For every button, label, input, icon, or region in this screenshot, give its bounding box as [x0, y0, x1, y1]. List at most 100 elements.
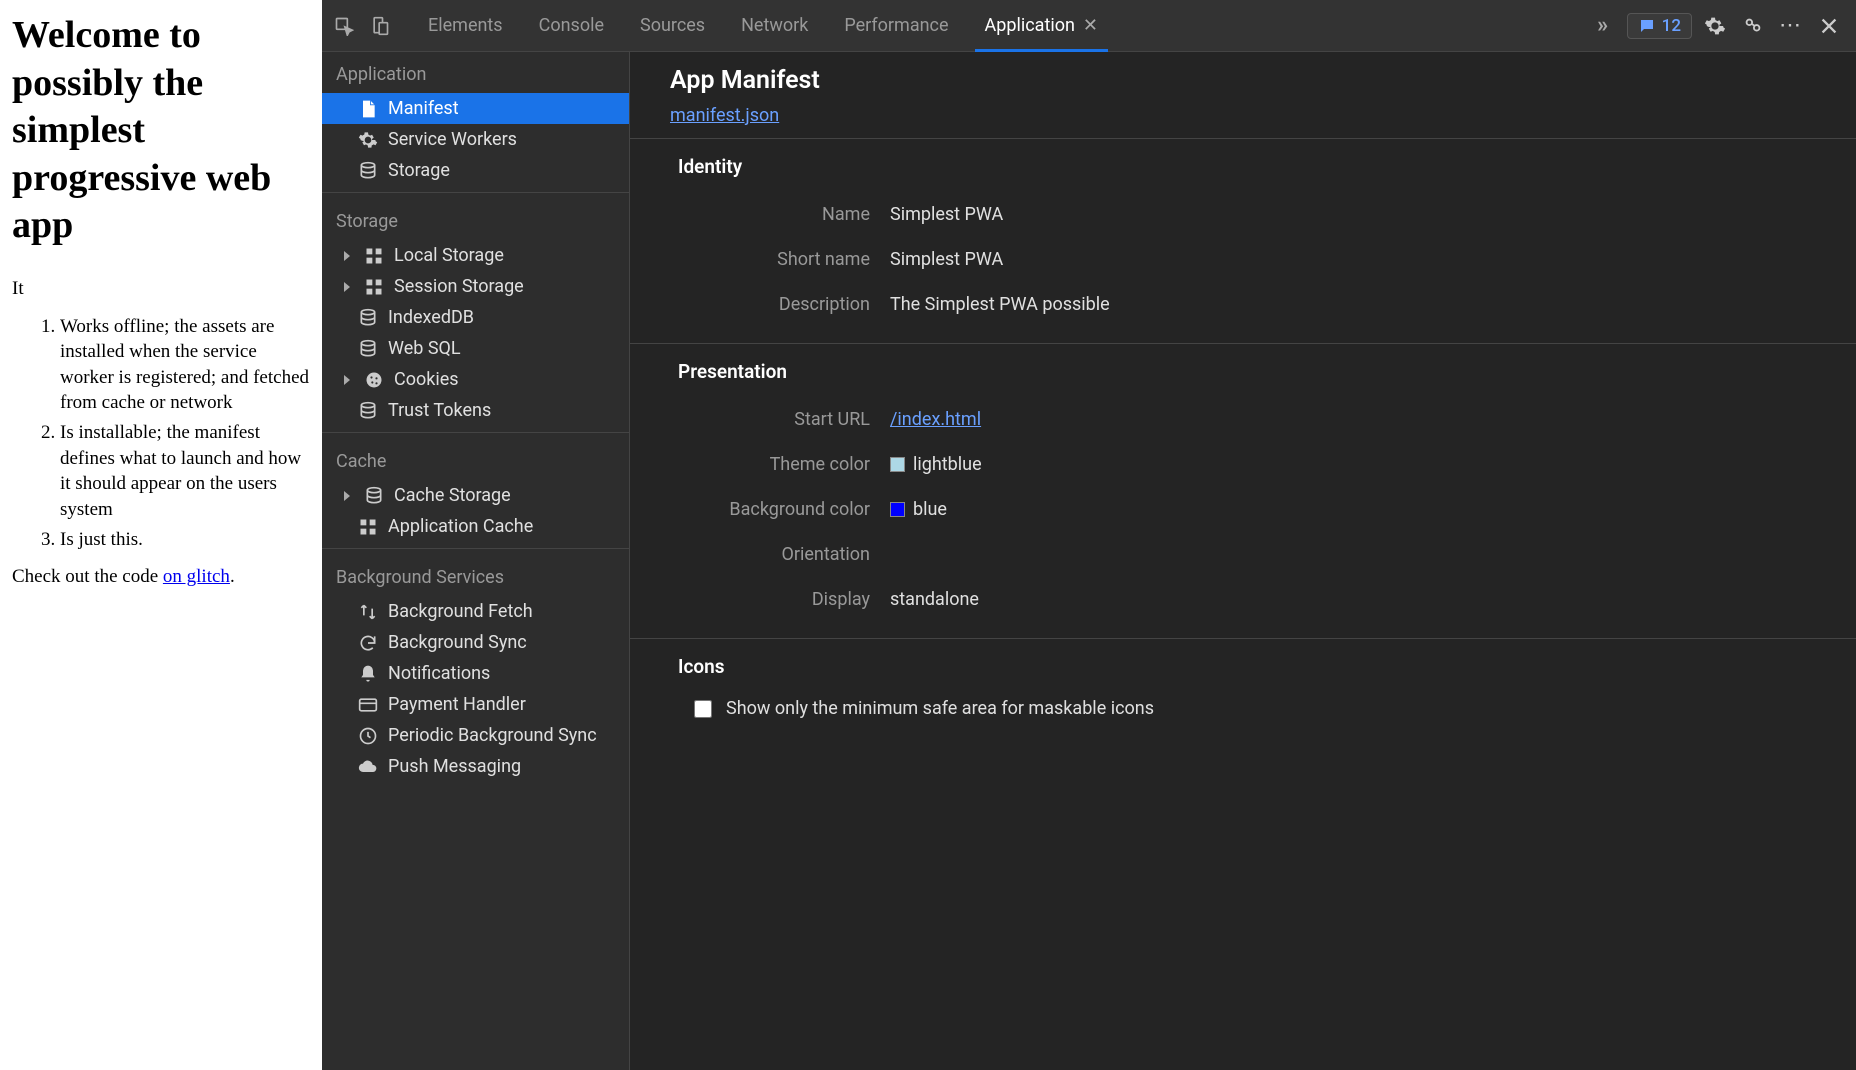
sidebar-item-cache-storage[interactable]: Cache Storage [322, 480, 629, 511]
sidebar-item-notifications[interactable]: Notifications [322, 658, 629, 689]
issues-button[interactable]: 12 [1627, 13, 1692, 39]
sidebar-item-app-storage[interactable]: Storage [322, 155, 629, 186]
start-url-label: Start URL [630, 409, 890, 430]
background-color-label: Background color [630, 499, 890, 520]
name-label: Name [630, 204, 890, 225]
manifest-detail-panel: App Manifest manifest.json Identity Name… [630, 52, 1856, 1070]
caret-right-icon [344, 491, 350, 501]
grid-icon [364, 246, 384, 266]
file-icon [358, 99, 378, 119]
cookie-icon [364, 370, 384, 390]
active-tab-underline [975, 49, 1109, 52]
close-icon [1818, 15, 1840, 37]
identity-section-title: Identity [630, 155, 1856, 192]
sidebar-item-periodic-sync[interactable]: Periodic Background Sync [322, 720, 629, 751]
clock-icon [358, 726, 378, 746]
grid-icon [364, 277, 384, 297]
sidebar-section-storage: Storage [322, 199, 629, 240]
page-feature-list: Works offline; the assets are installed … [12, 314, 310, 553]
database-icon [364, 486, 384, 506]
whats-new-button[interactable] [1738, 11, 1768, 41]
sidebar-item-application-cache[interactable]: Application Cache [322, 511, 629, 542]
theme-color-value: lightblue [913, 454, 982, 475]
icons-section: Icons Show only the minimum safe area fo… [630, 638, 1856, 741]
sidebar-item-cookies[interactable]: Cookies [322, 364, 629, 395]
sidebar-item-service-workers[interactable]: Service Workers [322, 124, 629, 155]
sync-icon [358, 633, 378, 653]
issues-count: 12 [1662, 16, 1681, 36]
sidebar-item-trust-tokens[interactable]: Trust Tokens [322, 395, 629, 426]
sidebar-item-local-storage[interactable]: Local Storage [322, 240, 629, 271]
list-item: Is just this. [60, 527, 310, 553]
devtools-tab-bar: Elements Console Sources Network Perform… [322, 0, 1856, 52]
more-options-button[interactable]: ⋯ [1776, 11, 1806, 41]
sidebar-item-push-messaging[interactable]: Push Messaging [322, 751, 629, 782]
close-icon[interactable]: ✕ [1083, 15, 1098, 36]
database-icon [358, 161, 378, 181]
display-value: standalone [890, 589, 979, 610]
bell-icon [358, 664, 378, 684]
short-name-label: Short name [630, 249, 890, 270]
inspect-element-button[interactable] [328, 10, 360, 42]
identity-section: Identity Name Simplest PWA Short name Si… [630, 138, 1856, 343]
presentation-section-title: Presentation [630, 360, 1856, 397]
grid-icon [358, 517, 378, 537]
database-icon [358, 339, 378, 359]
maskable-checkbox-label: Show only the minimum safe area for mask… [726, 698, 1154, 719]
tab-performance[interactable]: Performance [826, 0, 966, 52]
feedback-icon [1742, 15, 1764, 37]
devtools-panel: Elements Console Sources Network Perform… [322, 0, 1856, 1070]
card-icon [358, 695, 378, 715]
gear-icon [1704, 15, 1726, 37]
start-url-link[interactable]: /index.html [890, 409, 981, 430]
settings-button[interactable] [1700, 11, 1730, 41]
sidebar-section-application: Application [322, 52, 629, 93]
overflow-tabs-button[interactable]: » [1587, 10, 1619, 42]
page-outro: Check out the code on glitch. [12, 566, 310, 588]
glitch-link[interactable]: on glitch [163, 566, 230, 587]
sidebar-section-background: Background Services [322, 555, 629, 596]
database-icon [358, 401, 378, 421]
display-label: Display [630, 589, 890, 610]
theme-color-swatch [890, 457, 905, 472]
background-color-swatch [890, 502, 905, 517]
caret-right-icon [344, 375, 350, 385]
sidebar-item-indexeddb[interactable]: IndexedDB [322, 302, 629, 333]
close-devtools-button[interactable] [1814, 11, 1844, 41]
short-name-value: Simplest PWA [890, 249, 1003, 270]
swap-icon [358, 602, 378, 622]
sidebar-item-background-sync[interactable]: Background Sync [322, 627, 629, 658]
tab-application[interactable]: Application ✕ [967, 0, 1117, 52]
sidebar-section-cache: Cache [322, 439, 629, 480]
page-intro: It [12, 278, 310, 300]
database-icon [358, 308, 378, 328]
name-value: Simplest PWA [890, 204, 1003, 225]
cloud-icon [358, 757, 378, 777]
sidebar-item-web-sql[interactable]: Web SQL [322, 333, 629, 364]
icons-section-title: Icons [630, 655, 1856, 692]
gear-icon [358, 130, 378, 150]
manifest-title: App Manifest [670, 66, 1816, 95]
sidebar-item-payment-handler[interactable]: Payment Handler [322, 689, 629, 720]
caret-right-icon [344, 251, 350, 261]
caret-right-icon [344, 282, 350, 292]
tab-network[interactable]: Network [723, 0, 826, 52]
application-sidebar: Application Manifest Service Workers Sto… [322, 52, 630, 1070]
manifest-file-link[interactable]: manifest.json [670, 105, 779, 126]
sidebar-item-manifest[interactable]: Manifest [322, 93, 629, 124]
description-value: The Simplest PWA possible [890, 294, 1110, 315]
page-heading: Welcome to possibly the simplest progres… [12, 12, 310, 250]
device-toolbar-button[interactable] [364, 10, 396, 42]
theme-color-label: Theme color [630, 454, 890, 475]
sidebar-item-session-storage[interactable]: Session Storage [322, 271, 629, 302]
list-item: Is installable; the manifest defines wha… [60, 420, 310, 523]
tab-console[interactable]: Console [521, 0, 622, 52]
background-color-value: blue [913, 499, 947, 520]
rendered-page: Welcome to possibly the simplest progres… [0, 0, 322, 1070]
maskable-safe-area-checkbox[interactable] [694, 700, 712, 718]
list-item: Works offline; the assets are installed … [60, 314, 310, 417]
tab-sources[interactable]: Sources [622, 0, 723, 52]
description-label: Description [630, 294, 890, 315]
tab-elements[interactable]: Elements [410, 0, 521, 52]
sidebar-item-background-fetch[interactable]: Background Fetch [322, 596, 629, 627]
